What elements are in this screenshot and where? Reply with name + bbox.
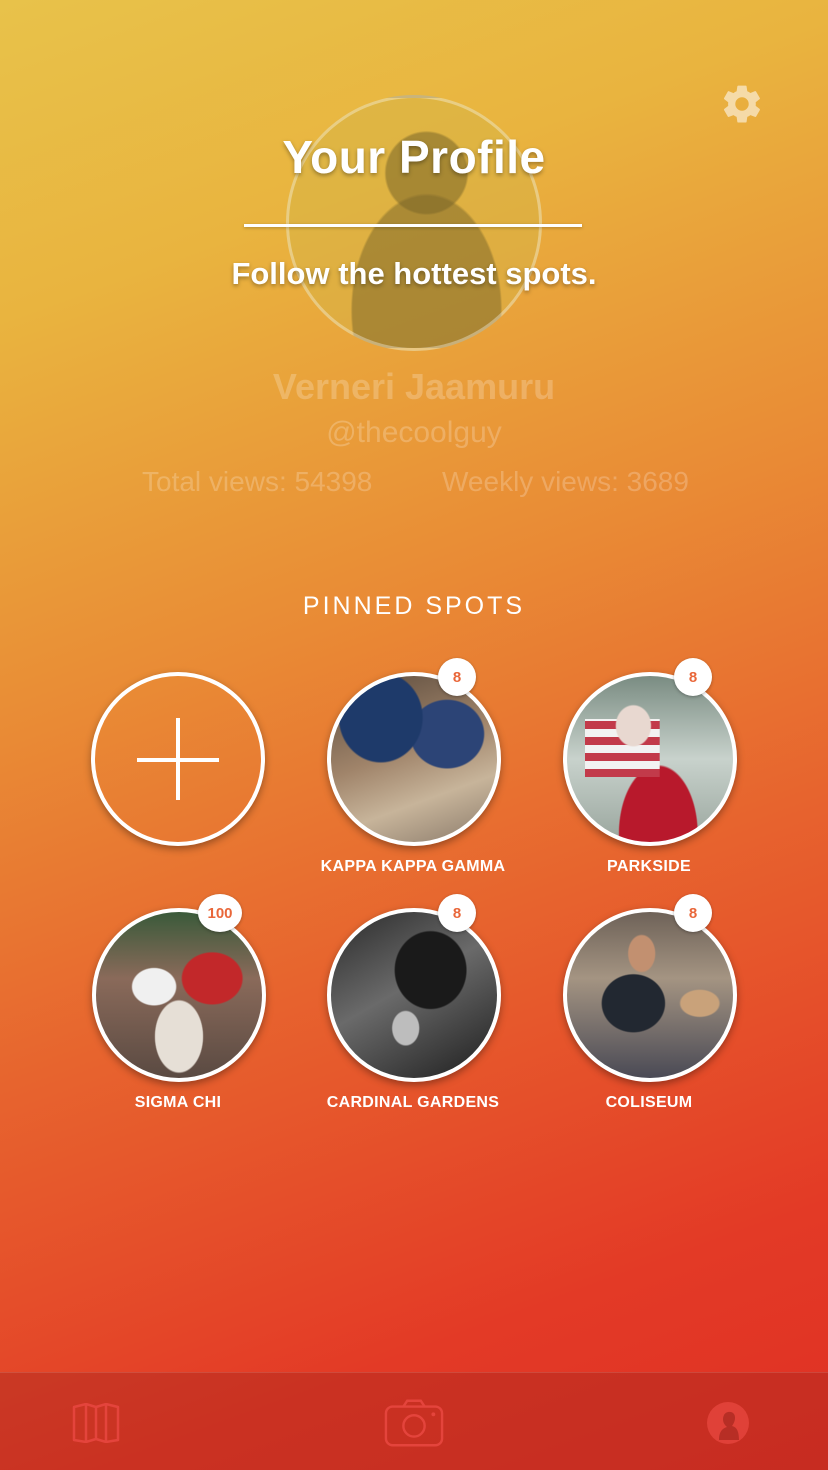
spot-parkside[interactable]: 8 PARKSIDE xyxy=(529,658,769,892)
spot-thumbnail xyxy=(563,672,737,846)
spot-count-badge: 8 xyxy=(674,894,712,932)
map-icon xyxy=(72,1403,120,1443)
spot-thumbnail xyxy=(327,672,501,846)
tab-map[interactable] xyxy=(66,1395,126,1451)
spot-kappa-kappa-gamma[interactable]: 8 KAPPA KAPPA GAMMA xyxy=(293,658,533,892)
tab-camera[interactable] xyxy=(384,1395,444,1451)
title-divider xyxy=(244,224,582,227)
pinned-spots-heading: PINNED SPOTS xyxy=(302,592,526,620)
spot-thumbnail xyxy=(327,908,501,1082)
tab-profile[interactable] xyxy=(698,1395,758,1451)
spot-thumbnail xyxy=(92,908,266,1082)
spot-label: SIGMA CHI xyxy=(134,1094,222,1111)
camera-icon xyxy=(384,1399,444,1447)
page-subtitle: Follow the hottest spots. xyxy=(231,256,597,291)
spot-label: COLISEUM xyxy=(605,1094,693,1111)
spot-count-badge: 8 xyxy=(674,658,712,696)
profile-icon xyxy=(707,1402,749,1444)
weekly-views: Weekly views: 3689 xyxy=(442,466,689,497)
spot-count-badge: 8 xyxy=(438,658,476,696)
tab-bar xyxy=(0,1372,828,1470)
plus-icon-vertical xyxy=(176,718,180,800)
spot-label: PARKSIDE xyxy=(607,858,691,875)
user-handle: @thecoolguy xyxy=(326,416,502,449)
spot-count-badge: 8 xyxy=(438,894,476,932)
add-spot-button[interactable] xyxy=(91,672,265,846)
spot-label: CARDINAL GARDENS xyxy=(326,1094,500,1111)
spot-sigma-chi[interactable]: 100 SIGMA CHI xyxy=(58,894,298,1128)
gear-icon xyxy=(723,85,760,123)
page-title: Your Profile xyxy=(282,131,546,183)
settings-button[interactable] xyxy=(718,80,766,128)
spot-coliseum[interactable]: 8 COLISEUM xyxy=(529,894,769,1128)
spot-cardinal-gardens[interactable]: 8 CARDINAL GARDENS xyxy=(293,894,533,1128)
user-name: Verneri Jaamuru xyxy=(272,366,556,407)
spot-count-badge: 100 xyxy=(198,894,242,932)
total-views: Total views: 54398 xyxy=(142,466,373,497)
spot-label: KAPPA KAPPA GAMMA xyxy=(320,858,506,875)
spot-thumbnail xyxy=(563,908,737,1082)
